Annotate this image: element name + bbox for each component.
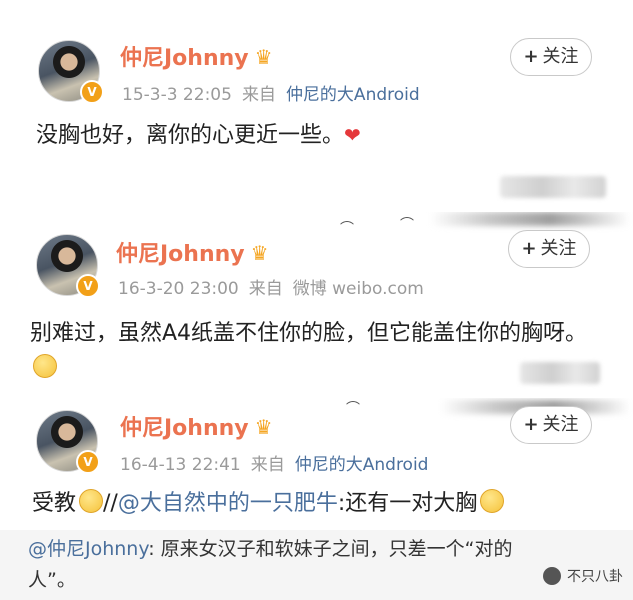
follow-button[interactable]: + 关注 bbox=[510, 38, 592, 76]
watermark: 不只八卦 bbox=[543, 566, 623, 586]
mention-link[interactable]: @大自然中的一只肥牛 bbox=[118, 491, 338, 516]
heart-emoji-icon: ❤ bbox=[344, 123, 361, 147]
username-text[interactable]: 仲尼Johnny bbox=[120, 46, 249, 71]
post-meta: 15-3-3 22:05 来自 仲尼的大Android bbox=[122, 80, 420, 105]
plus-icon: + bbox=[523, 46, 539, 67]
plus-icon: + bbox=[521, 238, 537, 259]
post-time[interactable]: 16-3-20 23:00 bbox=[118, 279, 239, 299]
username-text[interactable]: 仲尼Johnny bbox=[116, 242, 245, 267]
plus-icon: + bbox=[523, 414, 539, 435]
post-text: 别难过，虽然A4纸盖不住你的脸，但它能盖住你的胸呀。 bbox=[30, 316, 600, 386]
post-time[interactable]: 15-3-3 22:05 bbox=[122, 85, 232, 105]
post-source[interactable]: 仲尼的大Android bbox=[295, 455, 429, 475]
from-label: 来自 bbox=[241, 85, 276, 105]
username-text[interactable]: 仲尼Johnny bbox=[120, 416, 249, 441]
username-link[interactable]: 仲尼Johnny ♛ bbox=[120, 40, 273, 72]
repost-mention-link[interactable]: @仲尼Johnny bbox=[28, 538, 148, 560]
watermark-text: 不只八卦 bbox=[567, 569, 623, 585]
repost-separator: // bbox=[103, 491, 118, 516]
weibo-post-2: ⌒ ⌒ V 仲尼Johnny ♛ 16-3-20 23:00 来自 微博 weibo.… bbox=[0, 212, 633, 398]
post-time[interactable]: 16-4-13 22:41 bbox=[120, 455, 241, 475]
post-body-suffix: :还有一对大胸 bbox=[337, 491, 478, 516]
bird-decoration-icon: ⌒ bbox=[340, 221, 354, 237]
bird-decoration-icon: ⌒ bbox=[400, 217, 414, 233]
post-meta: 16-4-13 22:41 来自 仲尼的大Android bbox=[120, 450, 428, 475]
blurred-overlay bbox=[500, 176, 606, 198]
follow-label: 关注 bbox=[540, 238, 577, 259]
post-text: 没胸也好，离你的心更近一些。❤ bbox=[36, 118, 361, 153]
follow-label: 关注 bbox=[542, 414, 579, 435]
weibo-post-1: V 仲尼Johnny ♛ 15-3-3 22:05 来自 仲尼的大Android + 关… bbox=[0, 0, 633, 210]
weibo-post-3: ⌒ V 仲尼Johnny ♛ 16-4-13 22:41 来自 仲尼的大Android… bbox=[0, 398, 633, 530]
username-link[interactable]: 仲尼Johnny ♛ bbox=[116, 236, 269, 268]
post-body: 没胸也好，离你的心更近一些。 bbox=[36, 123, 345, 148]
follow-button[interactable]: + 关注 bbox=[508, 230, 590, 268]
wechat-icon bbox=[543, 567, 561, 585]
verified-badge-icon: V bbox=[76, 274, 100, 298]
repost-block[interactable]: @仲尼Johnny: 原来女汉子和软妹子之间，只差一个“对的人”。 不只八卦 bbox=[0, 530, 633, 600]
repost-text: @仲尼Johnny: 原来女汉子和软妹子之间，只差一个“对的人”。 bbox=[28, 534, 548, 596]
ink-decoration bbox=[430, 212, 630, 226]
sad-emoji-icon bbox=[79, 489, 104, 513]
post-source[interactable]: 仲尼的大Android bbox=[286, 85, 420, 105]
post-meta: 16-3-20 23:00 来自 微博 weibo.com bbox=[118, 274, 424, 299]
verified-badge-icon: V bbox=[80, 80, 104, 104]
smile-emoji-icon bbox=[480, 489, 505, 513]
from-label: 来自 bbox=[250, 455, 285, 475]
from-label: 来自 bbox=[248, 279, 283, 299]
username-link[interactable]: 仲尼Johnny ♛ bbox=[120, 410, 273, 442]
crown-icon: ♛ bbox=[250, 241, 269, 265]
bird-decoration-icon: ⌒ bbox=[346, 401, 360, 417]
post-body: 别难过，虽然A4纸盖不住你的脸，但它能盖住你的胸呀。 bbox=[30, 321, 588, 346]
post-text: 受教 //@大自然中的一只肥牛:还有一对大胸 bbox=[32, 486, 505, 521]
follow-label: 关注 bbox=[542, 46, 579, 67]
crown-icon: ♛ bbox=[254, 45, 273, 69]
post-body: 受教 bbox=[32, 491, 77, 516]
smile-emoji-icon bbox=[33, 354, 57, 378]
follow-button[interactable]: + 关注 bbox=[510, 406, 592, 444]
crown-icon: ♛ bbox=[254, 415, 273, 439]
verified-badge-icon: V bbox=[76, 450, 100, 474]
post-source[interactable]: 微博 weibo.com bbox=[293, 279, 424, 299]
blurred-overlay bbox=[520, 362, 600, 384]
